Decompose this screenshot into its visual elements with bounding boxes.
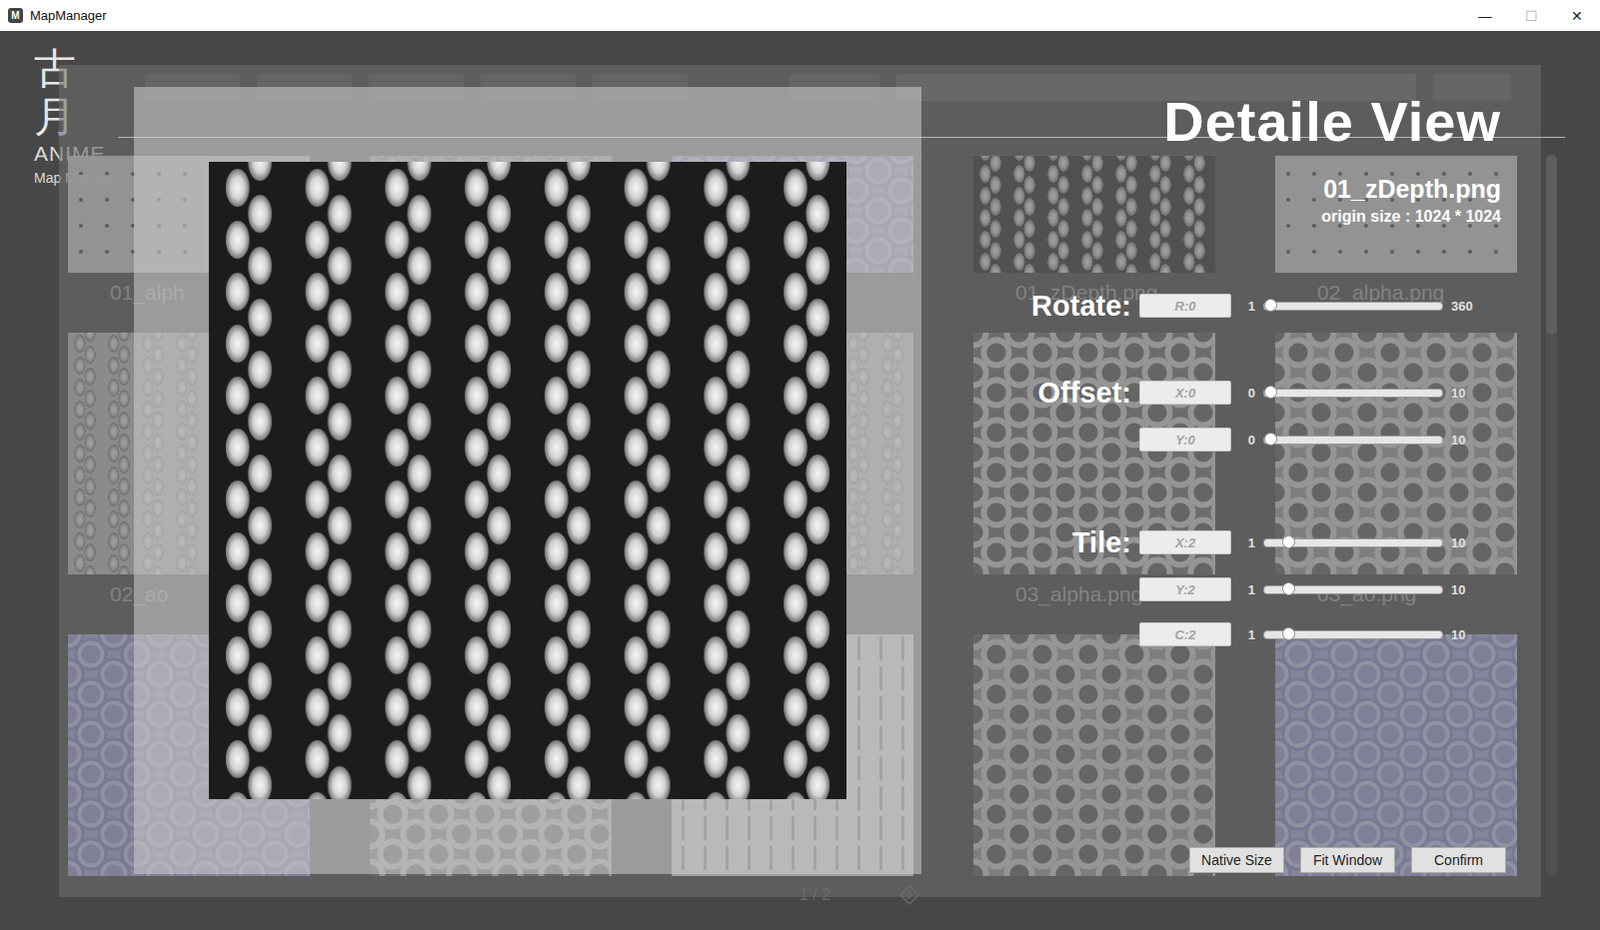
range-min: 1 bbox=[1239, 535, 1256, 551]
file-name: 01_zDepth.png bbox=[921, 172, 1502, 205]
value-field[interactable]: X:0 bbox=[1139, 380, 1232, 405]
control-label: Tile: bbox=[921, 528, 1132, 557]
value-field[interactable]: Y:0 bbox=[1139, 427, 1232, 452]
value-field[interactable]: C:2 bbox=[1139, 622, 1232, 647]
slider[interactable] bbox=[1263, 630, 1444, 640]
range-min: 1 bbox=[1239, 298, 1256, 314]
preview-panel bbox=[133, 86, 922, 875]
title-bar: M MapManager —☐✕ bbox=[0, 0, 1600, 31]
range-max: 10 bbox=[1451, 582, 1484, 598]
slider-thumb[interactable] bbox=[1264, 298, 1278, 312]
slider[interactable] bbox=[1263, 538, 1444, 548]
range-max: 10 bbox=[1451, 627, 1484, 643]
value-field[interactable]: R:0 bbox=[1139, 293, 1232, 318]
value-field[interactable]: Y:2 bbox=[1139, 577, 1232, 602]
file-size: origin size : 1024 * 1024 bbox=[921, 204, 1502, 229]
detail-panel: Detaile View 01_zDepth.png origin size :… bbox=[921, 64, 1542, 898]
action-button[interactable]: Fit Window bbox=[1300, 847, 1396, 874]
window-controls: —☐✕ bbox=[1462, 7, 1600, 24]
slider-thumb[interactable] bbox=[1264, 385, 1278, 399]
control-label: Rotate: bbox=[921, 291, 1132, 320]
detail-view-overlay: Detaile View 01_zDepth.png origin size :… bbox=[58, 64, 1542, 898]
range-max: 10 bbox=[1451, 432, 1484, 448]
control-label: Offset: bbox=[921, 378, 1132, 407]
action-button[interactable]: Native Size bbox=[1189, 847, 1285, 874]
window-title: MapManager bbox=[29, 7, 107, 23]
slider[interactable] bbox=[1263, 388, 1444, 398]
slider[interactable] bbox=[1263, 585, 1444, 595]
value-field[interactable]: X:2 bbox=[1139, 530, 1232, 555]
range-max: 360 bbox=[1451, 298, 1484, 314]
control-group: Tile: X:2 1 10 Y:2 1 10 C:2 1 10 bbox=[921, 528, 1507, 647]
app-icon: M bbox=[7, 7, 23, 23]
range-min: 1 bbox=[1239, 627, 1256, 643]
slider[interactable] bbox=[1263, 301, 1444, 311]
window-control-button[interactable]: — bbox=[1462, 7, 1509, 24]
slider-thumb[interactable] bbox=[1282, 582, 1296, 596]
window-control-button[interactable]: ☐ bbox=[1508, 7, 1555, 24]
texture-preview[interactable] bbox=[208, 161, 847, 800]
window-control-button[interactable]: ✕ bbox=[1554, 7, 1600, 24]
detail-title: Detaile View bbox=[921, 90, 1507, 153]
main-area: 古月 ANIME Map Manager 01_alph 01_zDepth.p… bbox=[0, 30, 1600, 930]
action-button[interactable]: Confirm bbox=[1411, 847, 1507, 874]
file-info: 01_zDepth.png origin size : 1024 * 1024 bbox=[921, 172, 1507, 229]
range-max: 10 bbox=[1451, 535, 1484, 551]
scrollbar[interactable] bbox=[1546, 154, 1558, 877]
control-group: Rotate: R:0 1 360 bbox=[921, 291, 1507, 320]
control-group: Offset: X:0 0 10 Y:0 0 10 bbox=[921, 378, 1507, 452]
slider-thumb[interactable] bbox=[1282, 535, 1296, 549]
range-min: 0 bbox=[1239, 432, 1256, 448]
slider-thumb[interactable] bbox=[1264, 432, 1278, 446]
button-row: Native Size Fit Window Confirm bbox=[921, 847, 1507, 874]
slider-thumb[interactable] bbox=[1282, 627, 1296, 641]
slider[interactable] bbox=[1263, 435, 1444, 445]
transform-controls: Rotate: R:0 1 360 Offset: X:0 0 10 Y:0 0 … bbox=[921, 291, 1507, 647]
app-window: M MapManager —☐✕ 古月 ANIME Map Manager 01… bbox=[0, 0, 1600, 930]
scrollbar-thumb[interactable] bbox=[1546, 154, 1558, 335]
range-max: 10 bbox=[1451, 385, 1484, 401]
range-min: 0 bbox=[1239, 385, 1256, 401]
range-min: 1 bbox=[1239, 582, 1256, 598]
